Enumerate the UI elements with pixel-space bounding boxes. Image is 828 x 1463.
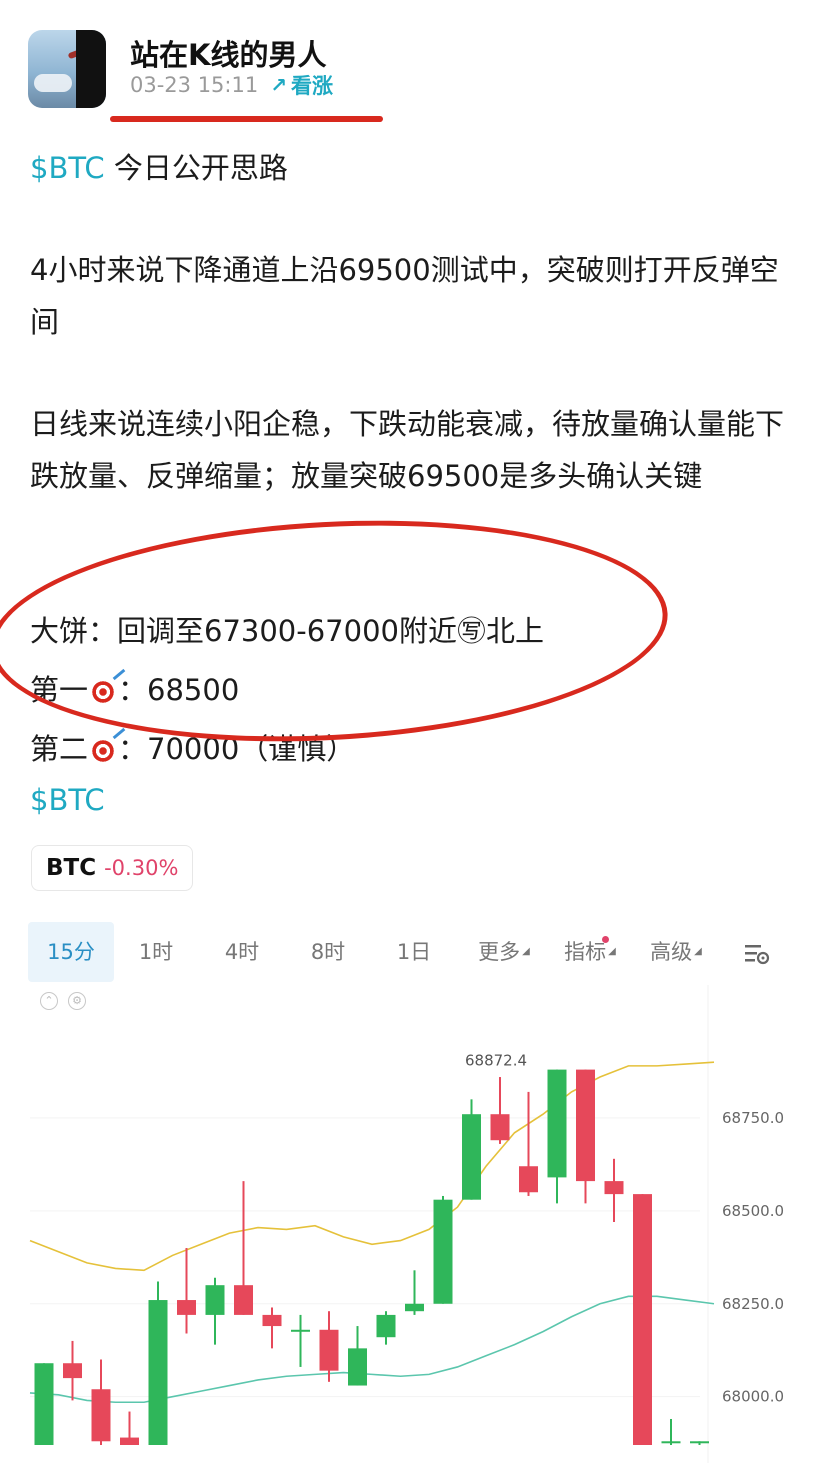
candle-down	[490, 1114, 510, 1141]
red-underline-annotation	[110, 116, 383, 122]
candle-down	[120, 1437, 139, 1445]
candle-up	[405, 1303, 424, 1312]
candle-up	[348, 1348, 367, 1386]
avatar-shadow	[76, 30, 106, 108]
tab-more-label: 更多	[478, 940, 521, 964]
tab-indicators[interactable]: 指标 ◢	[550, 922, 630, 982]
candle-up	[690, 1441, 709, 1444]
badge-symbol: BTC	[46, 855, 97, 881]
sentiment-tag[interactable]: ↗ 看涨	[270, 70, 333, 100]
tab-1h[interactable]: 1时	[124, 922, 188, 982]
candle-up	[547, 1069, 567, 1178]
post-meta: 03-23 15:11 ↗ 看涨	[130, 70, 333, 100]
tab-8h[interactable]: 8时	[296, 922, 360, 982]
candle-up	[34, 1363, 54, 1445]
avatar[interactable]	[28, 30, 106, 108]
candlestick-chart: 68750.0 68500.0 68250.0 68000.0 68872.4	[29, 985, 784, 1463]
ticker-link-bottom[interactable]: $BTC	[30, 774, 800, 826]
chart-settings-icon[interactable]	[744, 943, 770, 965]
tab-more[interactable]: 更多 ◢	[464, 922, 544, 982]
y-tick-label: 68250.0	[722, 1295, 784, 1313]
notification-dot	[602, 936, 609, 943]
author-name[interactable]: 站在K线的男人	[130, 32, 326, 74]
candle-down	[262, 1314, 282, 1327]
trend-up-icon: ↗	[270, 73, 287, 97]
candle-down	[604, 1181, 624, 1195]
target-two-label: 第二	[30, 732, 89, 766]
ma-short-line	[29, 1061, 715, 1272]
sentiment-label: 看涨	[290, 74, 333, 98]
paragraph-4h: 4小时来说下降通道上沿69500测试中，突破则打开反弹空间	[30, 253, 779, 339]
candle-down	[63, 1363, 82, 1379]
caret-icon: ◢	[608, 946, 616, 957]
y-tick-label: 68500.0	[722, 1202, 784, 1220]
ticker-link[interactable]: $BTC	[30, 151, 105, 185]
candle-down	[576, 1069, 595, 1182]
tab-indicators-label: 指标	[564, 940, 607, 964]
y-tick-label: 68000.0	[722, 1388, 784, 1406]
tab-advanced-label: 高级	[650, 940, 693, 964]
avatar-cloud	[34, 74, 72, 92]
candle-up	[462, 1114, 481, 1200]
badge-change: -0.30%	[104, 856, 179, 880]
candle-down	[633, 1194, 652, 1445]
target-icon	[90, 738, 117, 764]
y-tick-label: 68750.0	[722, 1109, 784, 1127]
post-timestamp: 03-23 15:11	[130, 73, 259, 97]
caret-icon: ◢	[522, 946, 530, 957]
candle-down	[91, 1389, 111, 1442]
post-title: $BTC 今日公开思路	[30, 142, 800, 194]
candle-up	[205, 1285, 225, 1315]
candle-up	[148, 1300, 168, 1445]
caret-icon: ◢	[694, 946, 702, 957]
high-price-label: 68872.4	[465, 1052, 527, 1070]
candle-up	[376, 1314, 396, 1338]
ma-long-line	[29, 1295, 715, 1404]
tab-advanced[interactable]: 高级 ◢	[636, 922, 716, 982]
candle-up	[661, 1441, 681, 1444]
candle-down	[234, 1285, 253, 1315]
paragraph-daily: 日线来说连续小阳企稳，下跌动能衰减，待放量确认量能下跌放量、反弹缩量；放量突破6…	[30, 407, 785, 493]
post-title-text: 今日公开思路	[104, 151, 288, 185]
tab-15m[interactable]: 15分	[28, 922, 114, 982]
candle-up	[291, 1329, 310, 1332]
candle-up	[433, 1199, 453, 1304]
ticker-badge[interactable]: BTC -0.30%	[31, 845, 194, 891]
tab-4h[interactable]: 4时	[210, 922, 274, 982]
red-circle-annotation	[0, 504, 674, 758]
candle-down	[319, 1329, 339, 1371]
tab-1d[interactable]: 1日	[382, 922, 446, 982]
candle-down	[519, 1166, 538, 1193]
interval-tabs: 15分 1时 4时 8时 1日 更多 ◢ 指标 ◢ 高级 ◢	[28, 922, 808, 984]
candle-down	[177, 1300, 196, 1315]
